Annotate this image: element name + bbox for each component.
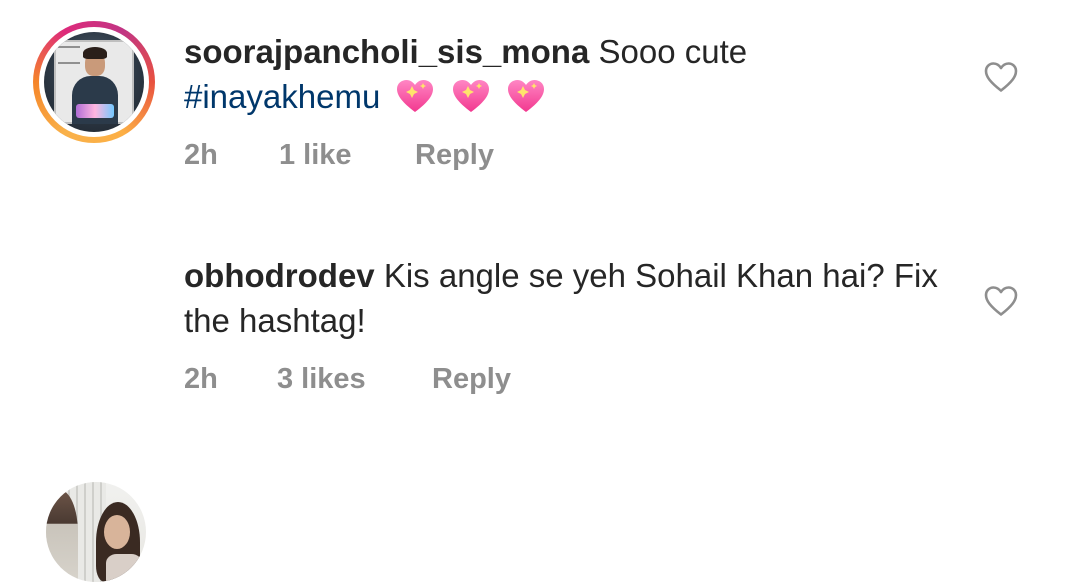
comment-username[interactable]: obhodrodev bbox=[184, 257, 375, 294]
avatar bbox=[44, 32, 144, 132]
comment-item: soorajpancholi_sis_mona Sooo cute #inaya… bbox=[0, 0, 1080, 200]
heart-outline-icon[interactable] bbox=[984, 285, 1018, 317]
sparkling-heart-icon bbox=[506, 78, 546, 114]
sparkling-heart-icon bbox=[451, 78, 491, 114]
likes-count[interactable]: 1 like bbox=[279, 139, 352, 172]
reply-button[interactable]: Reply bbox=[415, 139, 494, 172]
likes-count[interactable]: 3 likes bbox=[277, 363, 366, 396]
reply-button[interactable]: Reply bbox=[432, 363, 511, 396]
comment-body: obhodrodev Kis angle se yeh Sohail Khan … bbox=[184, 253, 944, 343]
comment-item: obhodrodev Kis angle se yeh Sohail Khan … bbox=[0, 225, 1080, 582]
comment-timestamp: 2h bbox=[184, 363, 218, 395]
avatar[interactable] bbox=[46, 482, 146, 582]
story-ring-avatar[interactable] bbox=[33, 21, 155, 143]
comment-username[interactable]: soorajpancholi_sis_mona bbox=[184, 33, 589, 70]
hashtag-link[interactable]: #inayakhemu bbox=[184, 78, 380, 115]
emoji-group bbox=[389, 78, 545, 125]
comment-text: Sooo cute bbox=[598, 33, 748, 70]
comment-body: soorajpancholi_sis_mona Sooo cute #inaya… bbox=[184, 29, 944, 125]
comment-timestamp: 2h bbox=[184, 139, 218, 171]
heart-outline-icon[interactable] bbox=[984, 61, 1018, 93]
sparkling-heart-icon bbox=[395, 78, 435, 114]
